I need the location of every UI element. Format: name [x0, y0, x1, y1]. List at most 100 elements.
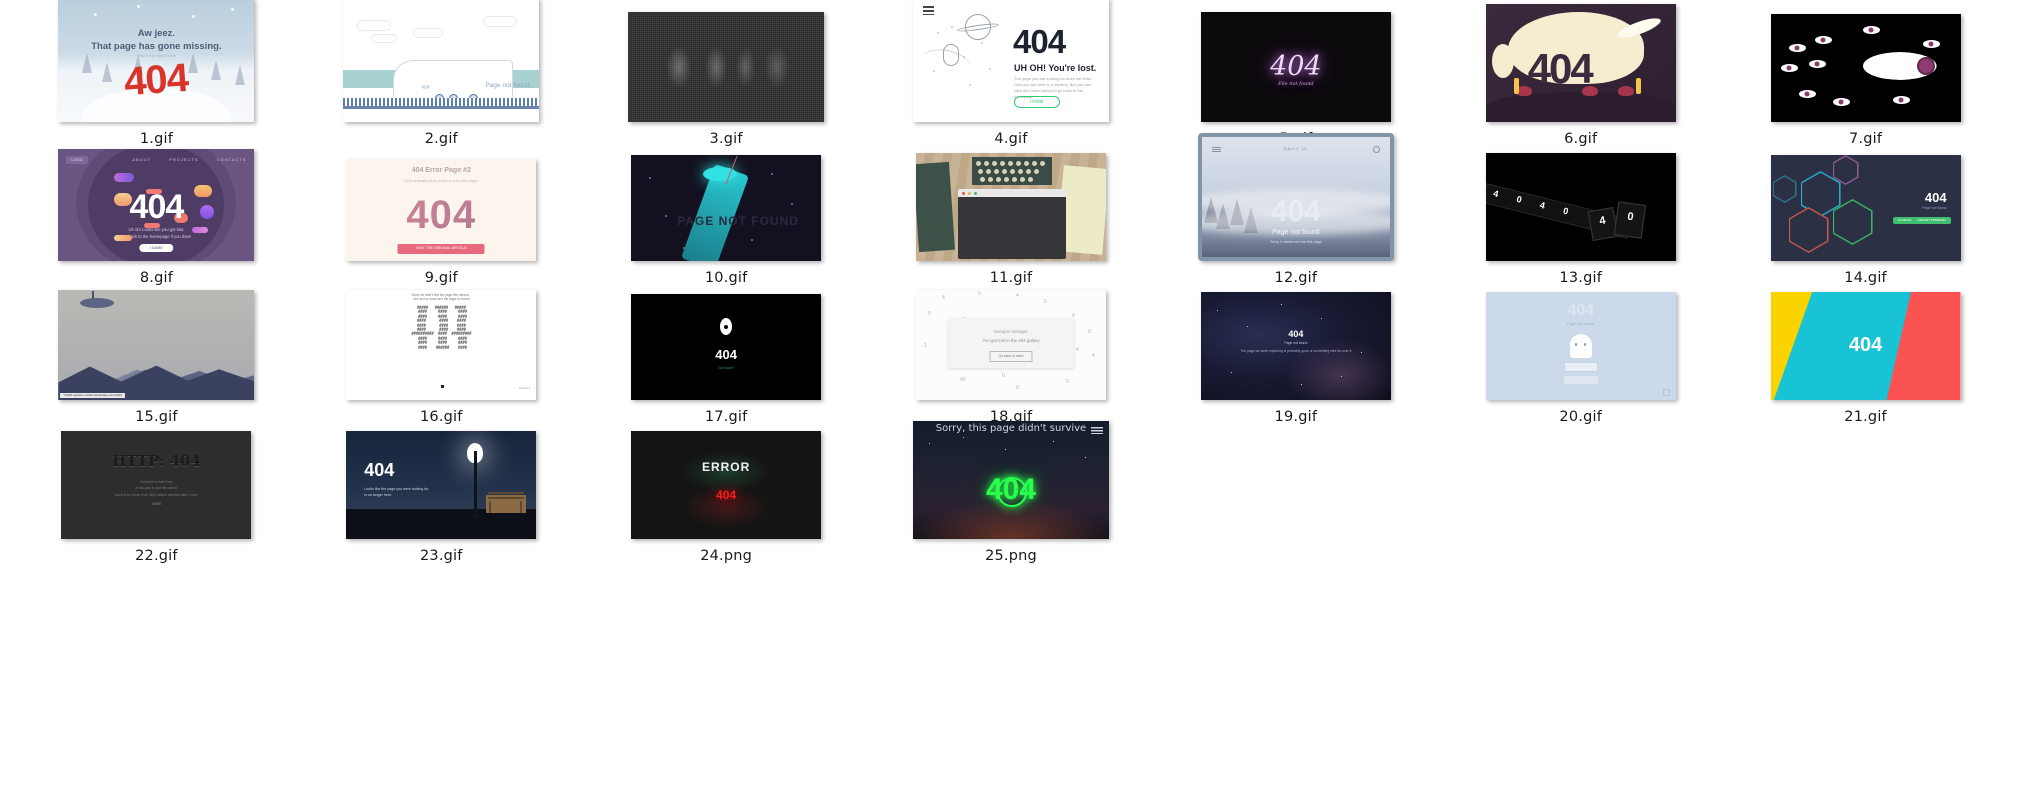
file-name: 3.gif [709, 131, 743, 147]
thumbnail-container[interactable]: 404 Page not found GO BACK REPORT PROBLE… [1770, 147, 1961, 261]
thumbnail-image-7[interactable] [1770, 14, 1961, 122]
hamburger-menu-icon [922, 6, 934, 15]
file-item[interactable]: 404 21.gif [1723, 286, 2008, 425]
thumb-code: 404 [716, 488, 737, 502]
file-item[interactable]: 404 UH OH! You're lost. The page you are… [869, 0, 1154, 147]
thumbnail-container[interactable]: DAILY UI 404 Page not found Sorry, it se… [1197, 133, 1394, 261]
thumb-code: 404 [1527, 45, 1594, 92]
thumb-code: 404 [1270, 195, 1321, 228]
thumb-button: Go back to earth [989, 351, 1033, 362]
thumbnail-image-14[interactable]: 404 Page not found GO BACK REPORT PROBLE… [1770, 155, 1961, 261]
file-item[interactable]: 404 Got lost? 17.gif [584, 286, 869, 425]
file-name: 12.gif [1274, 270, 1318, 286]
thumbnail-container[interactable]: 404 Page not found The page we were expl… [1200, 286, 1391, 400]
file-item[interactable]: PAGE NOT FOUND 10.gif [584, 147, 869, 286]
file-item[interactable]: Since we didn't find the page this means… [299, 286, 584, 425]
file-item[interactable]: 4 0 4 0 0 4 4 0 1 4 4 4 40 0 0 0 Oooops!… [869, 286, 1154, 425]
thumbnail-container[interactable]: 404 UH OH! You're lost. The page you are… [912, 0, 1109, 122]
thumbnail-container[interactable]: 404 Page not found. [343, 0, 540, 122]
thumbnail-image-3[interactable] [628, 12, 825, 122]
thumbnail-container[interactable] [628, 8, 825, 122]
file-name: 21.gif [1844, 409, 1887, 425]
file-name: 17.gif [704, 409, 748, 425]
file-item[interactable]: ERROR 404 24.png [584, 425, 869, 564]
thumbnail-image-10[interactable]: PAGE NOT FOUND [631, 155, 822, 261]
thumbnail-container[interactable]: 404 Error Page #2 CSS animations to make… [346, 147, 537, 261]
file-name: 7.gif [1848, 131, 1883, 147]
thumbnail-container[interactable]: 404 File not found [1200, 8, 1391, 122]
thumbnail-container[interactable]: 404 [1770, 286, 1961, 400]
thumb-link: HOME [151, 502, 162, 506]
thumbnail-image-6[interactable]: 404 [1485, 4, 1676, 122]
file-item[interactable]: Sorry, this page didn't survive 404 25.p… [869, 421, 1154, 564]
file-item[interactable]: 404 Error Page #2 CSS animations to make… [299, 147, 584, 286]
thumbnail-container[interactable] [1770, 8, 1961, 122]
thumbnail-image-20[interactable]: 404 Page not found [1485, 292, 1676, 400]
thumbnail-image-4[interactable]: 404 UH OH! You're lost. The page you are… [912, 0, 1109, 122]
thumbnail-image-8[interactable]: LOGO ABOUT PROJECTS CONTACTS 404 Uh oh! … [58, 149, 255, 261]
thumb-code: 404 [1270, 51, 1322, 82]
thumbnail-image-24[interactable]: ERROR 404 [631, 431, 822, 539]
file-name: 19.gif [1274, 409, 1318, 425]
thumb-message: Page not found. [485, 82, 532, 89]
thumbnail-container[interactable]: Aw jeez. That page has gone missing. Fin… [58, 0, 255, 122]
file-item[interactable]: 11.gif [869, 147, 1154, 286]
thumb-button: VISIT THE ORIGINAL ARTICLE [397, 244, 485, 254]
thumbnail-container[interactable]: PAGE NOT FOUND [631, 147, 822, 261]
thumbnail-image-2[interactable]: 404 Page not found. [343, 0, 540, 122]
thumbnail-image-21[interactable]: 404 [1770, 292, 1961, 400]
file-name: 15.gif [135, 409, 178, 425]
thumbnail-image-1[interactable]: Aw jeez. That page has gone missing. Fin… [58, 0, 255, 122]
file-item[interactable]: 7.gif [1723, 8, 2008, 147]
thumb-heading: Page not found [1284, 341, 1308, 345]
thumbnail-container[interactable] [915, 147, 1106, 261]
thumbnail-image-16[interactable]: Since we didn't find the page this means… [346, 290, 537, 400]
thumbnail-container[interactable]: LOGO ABOUT PROJECTS CONTACTS 404 Uh oh! … [58, 147, 255, 261]
thumbnail-container[interactable]: ©1997 explore-mother-landscape.com [GIF] [58, 286, 255, 400]
static-noise [628, 12, 825, 122]
thumbnail-image-18[interactable]: 4 0 4 0 0 4 4 0 1 4 4 4 40 0 0 0 Oooops!… [915, 290, 1106, 400]
file-item[interactable]: 4040 4 0 13.gif [1438, 147, 1723, 286]
file-item[interactable]: LOGO ABOUT PROJECTS CONTACTS 404 Uh oh! … [14, 147, 299, 286]
file-item[interactable]: DAILY UI 404 Page not found Sorry, it se… [1153, 133, 1438, 286]
thumbnail-container[interactable]: 404 Got lost? [631, 286, 822, 400]
file-item[interactable]: 404 Page not found. 2.gif [299, 0, 584, 147]
thumbnail-container[interactable]: 4040 4 0 [1485, 147, 1676, 261]
thumbnail-container[interactable]: Since we didn't find the page this means… [346, 286, 537, 400]
file-item[interactable]: Aw jeez. That page has gone missing. Fin… [14, 0, 299, 147]
thumbnail-image-11[interactable] [915, 153, 1106, 261]
thumbnail-image-13[interactable]: 4040 4 0 [1485, 153, 1676, 261]
thumb-body: Looks like the page you were looking for… [364, 487, 429, 497]
thumbnail-image-5[interactable]: 404 File not found [1200, 12, 1391, 122]
file-item[interactable]: 404 Page not found The page we were expl… [1153, 286, 1438, 425]
file-item[interactable]: HTTP: 404 Not found or that it has of th… [14, 425, 299, 564]
file-item[interactable]: 404 6.gif [1438, 4, 1723, 147]
thumb-heading: Aw jeez. That page has gone missing. [91, 28, 222, 52]
thumbnail-image-15[interactable]: ©1997 explore-mother-landscape.com [GIF] [58, 290, 255, 400]
thumbnail-image-9[interactable]: 404 Error Page #2 CSS animations to make… [346, 159, 537, 261]
thumbnail-image-19[interactable]: 404 Page not found The page we were expl… [1200, 292, 1391, 400]
thumbnail-image-25[interactable]: Sorry, this page didn't survive 404 [912, 421, 1109, 539]
thumbnail-container[interactable]: Sorry, this page didn't survive 404 [912, 421, 1109, 539]
thumbnail-container[interactable]: 404 [1485, 4, 1676, 122]
thumb-heading: Sorry, this page didn't survive [935, 423, 1087, 434]
thumbnail-container[interactable]: ERROR 404 [631, 425, 822, 539]
file-item[interactable]: 3.gif [584, 8, 869, 147]
thumbnail-container[interactable]: 404 Looks like the page you were looking… [346, 425, 537, 539]
thumbnail-container[interactable]: HTTP: 404 Not found or that it has of th… [61, 425, 252, 539]
thumb-heading: ERROR [701, 460, 751, 474]
file-item[interactable]: 404 Page not found GO BACK REPORT PROBLE… [1723, 147, 2008, 286]
thumbnail-image-22[interactable]: HTTP: 404 Not found or that it has of th… [61, 431, 252, 539]
thumbnail-container[interactable]: 4 0 4 0 0 4 4 0 1 4 4 4 40 0 0 0 Oooops!… [915, 286, 1106, 400]
file-name: 23.gif [419, 548, 463, 564]
file-item[interactable]: 404 Page not found 20.gif [1438, 286, 1723, 425]
thumbnail-container[interactable]: 404 Page not found [1485, 286, 1676, 400]
file-item[interactable]: 404 Looks like the page you were looking… [299, 425, 584, 564]
thumbnail-image-12[interactable]: DAILY UI 404 Page not found Sorry, it se… [1197, 133, 1394, 261]
thumbnail-image-17[interactable]: 404 Got lost? [631, 294, 822, 400]
thumbnail-image-23[interactable]: 404 Looks like the page you were looking… [346, 431, 537, 539]
file-item[interactable]: ©1997 explore-mother-landscape.com [GIF]… [14, 286, 299, 425]
file-item[interactable]: 404 File not found 5.gif [1153, 8, 1438, 147]
thumb-subtext: Sorry, it seems we lost this page [1270, 240, 1322, 244]
thumb-code: 404 [129, 188, 185, 226]
